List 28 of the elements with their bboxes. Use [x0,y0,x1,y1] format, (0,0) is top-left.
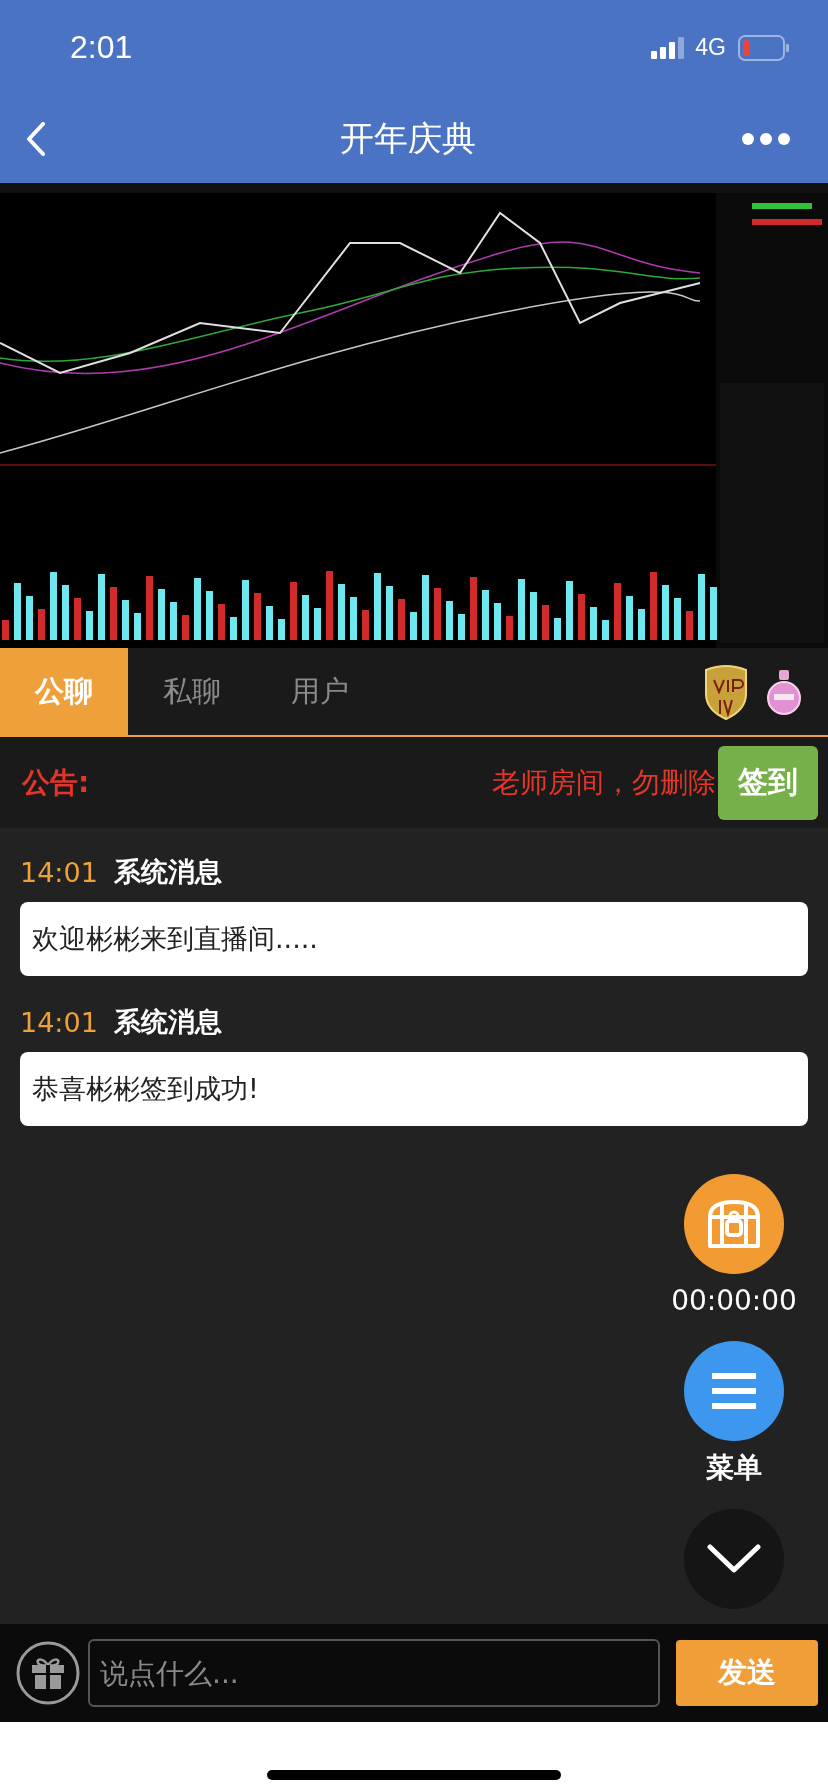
chat-tab[interactable]: 私聊 [128,648,256,735]
menu-icon [712,1373,756,1409]
message-bubble: 欢迎彬彬来到直播间..... [20,902,808,976]
message-time: 14:01 [20,1006,98,1038]
more-icon[interactable] [742,133,790,145]
message-sender: 系统消息 [113,1005,222,1039]
notice-label: 公告: [22,764,90,801]
message-input[interactable]: 说点什么... [88,1639,660,1707]
message-sender: 系统消息 [113,855,222,889]
nav-title: 开年庆典 [340,117,476,160]
gift-icon[interactable] [16,1641,80,1705]
countdown-timer: 00:00:00 [671,1284,797,1317]
perfume-icon[interactable] [764,667,804,716]
message-bubble: 恭喜彬彬签到成功! [20,1052,808,1126]
message-time: 14:01 [20,856,98,888]
network-label: 4G [695,34,726,61]
menu-label: 菜单 [706,1450,762,1486]
battery-icon [738,34,790,61]
notice-text: 老师房间，勿删除 [492,764,716,801]
back-icon[interactable] [26,122,46,156]
chevron-down-icon [707,1544,761,1574]
treasure-chest-icon [706,1199,762,1249]
vip-badge-icon[interactable] [702,663,750,720]
send-button[interactable]: 发送 [676,1640,818,1706]
chat-tab[interactable]: 公聊 [0,648,128,735]
check-in-button[interactable]: 签到 [718,745,818,820]
status-time: 2:01 [70,29,133,66]
chat-tab[interactable]: 用户 [256,648,384,735]
